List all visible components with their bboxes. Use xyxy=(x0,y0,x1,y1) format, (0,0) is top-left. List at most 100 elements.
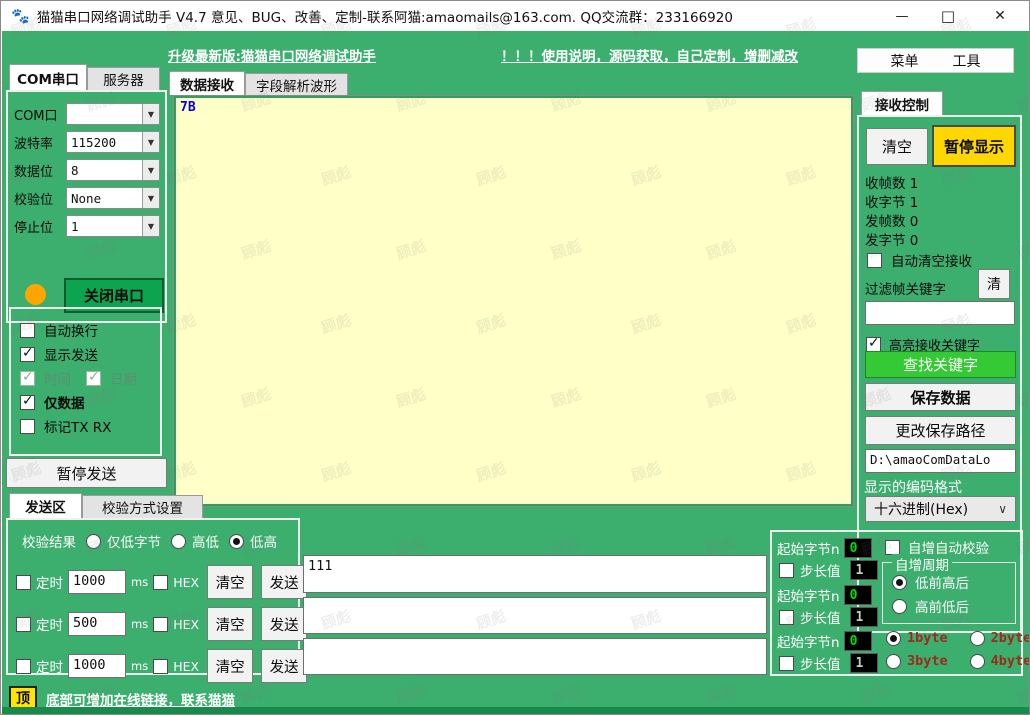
receive-display-area[interactable]: 7B xyxy=(173,95,854,507)
send-text-input-2[interactable] xyxy=(303,597,767,634)
auto-clear-row: 自动清空接收 xyxy=(867,248,972,272)
usage-link[interactable]: ！！！使用说明，源码获取，自己定制，增删减改 xyxy=(501,45,798,65)
hex-checkbox-3[interactable] xyxy=(153,659,168,674)
date-label: 日期 xyxy=(110,368,137,388)
step-value-1[interactable]: 1 xyxy=(850,560,878,580)
send-button-1[interactable]: 发送 xyxy=(261,565,307,599)
highlight-keyword-checkbox[interactable] xyxy=(866,337,881,352)
show-send-checkbox[interactable] xyxy=(20,347,35,362)
menu-button[interactable]: 菜单 xyxy=(891,51,919,71)
save-data-button[interactable]: 保存数据 xyxy=(865,383,1016,411)
tab-field-wave[interactable]: 字段解析波形 xyxy=(245,73,348,95)
upgrade-link[interactable]: 升级最新版:猫猫串口网络调试助手 xyxy=(168,45,376,65)
filter-keyword-input[interactable] xyxy=(865,301,1015,325)
auto-clear-checkbox[interactable] xyxy=(867,253,882,268)
order-high-low-radio[interactable] xyxy=(892,599,907,614)
timer-checkbox-2[interactable] xyxy=(16,617,31,632)
main-body: 升级最新版:猫猫串口网络调试助手 ！！！使用说明，源码获取，自己定制，增删减改 … xyxy=(2,31,1029,714)
clear-send-button-1[interactable]: 清空 xyxy=(207,565,253,599)
checksum-lowbyte-radio[interactable] xyxy=(86,534,101,549)
tools-button[interactable]: 工具 xyxy=(953,51,981,71)
time-checkbox[interactable] xyxy=(20,371,35,386)
hex-checkbox-2[interactable] xyxy=(153,617,168,632)
mark-txrx-checkbox[interactable] xyxy=(20,419,35,434)
order-low-high-radio[interactable] xyxy=(892,575,907,590)
start-byte-label-2: 起始字节n xyxy=(777,585,840,605)
clear-send-button-2[interactable]: 清空 xyxy=(207,607,253,641)
start-byte-value-3[interactable]: 0 xyxy=(844,631,872,651)
tab-receive-control[interactable]: 接收控制 xyxy=(861,91,943,115)
checksum-highlow-radio[interactable] xyxy=(171,534,186,549)
ms-label-3: ms xyxy=(131,659,148,673)
tab-com-serial[interactable]: COM串口 xyxy=(9,64,87,90)
close-button[interactable]: ✕ xyxy=(971,1,1029,31)
baud-rate-select[interactable]: 115200 ▼ xyxy=(66,131,160,153)
step-checkbox-1[interactable] xyxy=(779,563,794,578)
auto-wrap-checkbox[interactable] xyxy=(20,323,35,338)
filter-clear-button[interactable]: 清 xyxy=(978,269,1010,299)
save-path-field[interactable]: D:\amaoComDataLo xyxy=(865,449,1016,473)
timer-checkbox-1[interactable] xyxy=(16,575,31,590)
title-bar: 🐾 猫猫串口网络调试助手 V4.7 意见、BUG、改善、定制-联系阿猫:amao… xyxy=(2,1,1029,31)
data-bits-select[interactable]: 8 ▼ xyxy=(66,159,160,181)
chevron-down-icon[interactable]: ▼ xyxy=(142,132,159,152)
byte-2-radio[interactable] xyxy=(970,631,985,646)
auto-increment-checkbox[interactable] xyxy=(885,540,900,555)
com-port-select[interactable]: ▼ xyxy=(66,103,160,125)
step-checkbox-2[interactable] xyxy=(779,610,794,625)
date-checkbox[interactable] xyxy=(86,371,101,386)
step-value-row: 步长值 1 xyxy=(779,559,878,581)
parity-label: 校验位 xyxy=(14,189,66,208)
encoding-format-select[interactable]: 十六进制(Hex) ∨ xyxy=(865,496,1016,522)
chevron-down-icon[interactable]: ▼ xyxy=(142,188,159,208)
stop-bits-select[interactable]: 1 ▼ xyxy=(66,215,160,237)
step-value-2[interactable]: 1 xyxy=(850,607,878,627)
chevron-down-icon[interactable]: ▼ xyxy=(142,160,159,180)
tab-send-area[interactable]: 发送区 xyxy=(9,493,82,518)
send-button-3[interactable]: 发送 xyxy=(261,649,307,683)
data-only-checkbox[interactable] xyxy=(20,395,35,410)
tab-server[interactable]: 服务器 xyxy=(87,67,160,90)
window-title: 猫猫串口网络调试助手 V4.7 意见、BUG、改善、定制-联系阿猫:amaoma… xyxy=(37,6,733,26)
start-byte-value-2[interactable]: 0 xyxy=(844,585,872,605)
tab-checksum-settings[interactable]: 校验方式设置 xyxy=(82,495,203,518)
window-controls: — □ ✕ xyxy=(879,1,1029,31)
minimize-button[interactable]: — xyxy=(879,1,925,31)
parity-select[interactable]: None ▼ xyxy=(66,187,160,209)
tab-data-receive[interactable]: 数据接收 xyxy=(169,71,245,95)
timer-checkbox-3[interactable] xyxy=(16,659,31,674)
order-low-high-label: 低前高后 xyxy=(915,572,969,592)
byte-3-radio[interactable] xyxy=(886,654,901,669)
send-panel: 校验结果 仅低字节 高低 低高 定时 1000 ms HEX 清空 发送 xyxy=(6,518,300,675)
timer-interval-input-3[interactable]: 1000 xyxy=(68,654,126,678)
encoding-format-label: 显示的编码格式 xyxy=(864,477,962,497)
find-keyword-button[interactable]: 查找关键字 xyxy=(865,351,1016,378)
pause-display-button[interactable]: 暂停显示 xyxy=(932,125,1016,167)
chevron-down-icon: ∨ xyxy=(998,502,1007,516)
checksum-highlow-label: 高低 xyxy=(192,531,219,551)
step-value-3[interactable]: 1 xyxy=(850,653,878,673)
clear-send-button-3[interactable]: 清空 xyxy=(207,649,253,683)
send-button-2[interactable]: 发送 xyxy=(261,607,307,641)
change-save-path-button[interactable]: 更改保存路径 xyxy=(865,416,1016,445)
footer-contact-link[interactable]: 底部可增加在线链接，联系猫猫 xyxy=(46,689,235,709)
checksum-lowhigh-radio[interactable] xyxy=(229,534,244,549)
received-data-text: 7B xyxy=(180,100,196,115)
byte-4-radio[interactable] xyxy=(970,654,985,669)
chevron-down-icon[interactable]: ▼ xyxy=(142,216,159,236)
start-byte-label-1: 起始字节n xyxy=(777,538,840,558)
chevron-down-icon[interactable]: ▼ xyxy=(142,104,159,124)
send-text-input-3[interactable] xyxy=(303,638,767,675)
maximize-button[interactable]: □ xyxy=(925,1,971,31)
step-checkbox-3[interactable] xyxy=(779,656,794,671)
send-text-input-1[interactable]: 111 xyxy=(303,555,767,593)
pause-send-button[interactable]: 暂停发送 xyxy=(6,458,167,488)
hex-label-3: HEX xyxy=(173,659,199,674)
byte-width-row-2: 3byte 4byte xyxy=(886,651,1030,671)
timer-interval-input-2[interactable]: 500 xyxy=(68,612,126,636)
timer-interval-input-1[interactable]: 1000 xyxy=(68,570,126,594)
start-byte-value-1[interactable]: 0 xyxy=(844,538,872,558)
hex-checkbox-1[interactable] xyxy=(153,575,168,590)
byte-1-radio[interactable] xyxy=(886,631,901,646)
clear-receive-button[interactable]: 清空 xyxy=(866,128,928,165)
